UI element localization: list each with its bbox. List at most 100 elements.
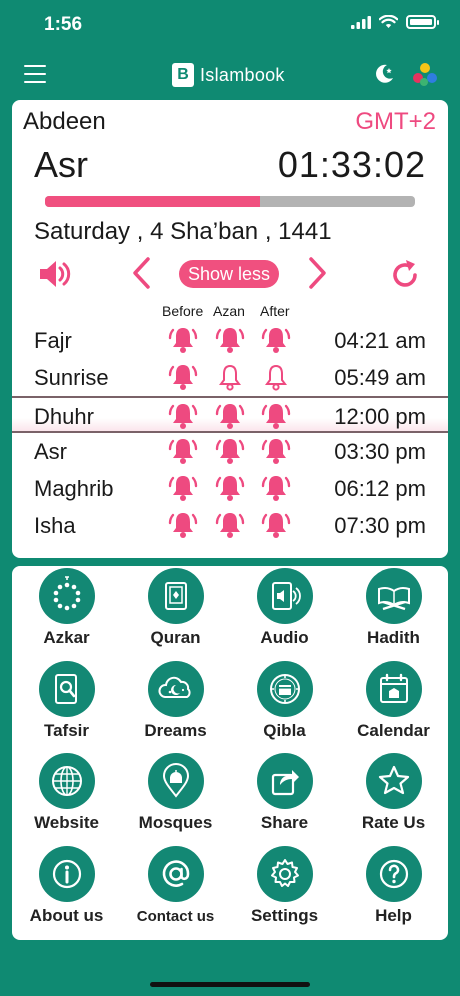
features-menu-card: Azkar Quran Audio Hadith Tafsir Dreams Q…	[12, 566, 448, 940]
menu-label: Settings	[250, 905, 319, 925]
menu-label: Quran	[150, 628, 201, 647]
bell-on-icon[interactable]	[260, 436, 292, 466]
bell-on-icon[interactable]	[214, 325, 246, 355]
menu-website-button[interactable]: Website	[12, 751, 121, 844]
refresh-icon[interactable]	[388, 258, 422, 292]
menu-calendar-button[interactable]: Calendar	[339, 659, 448, 752]
menu-icon-circle	[256, 753, 313, 809]
app-title: Islambook	[200, 64, 285, 85]
bell-on-icon[interactable]	[167, 362, 199, 392]
menu-rate-us-button[interactable]: Rate Us	[339, 751, 448, 844]
at-sign-icon	[162, 859, 189, 887]
info-icon	[52, 859, 81, 888]
menu-hadith-button[interactable]: Hadith	[339, 566, 448, 659]
location-name[interactable]: Abdeen	[23, 108, 106, 136]
prayer-progress-fill	[45, 196, 260, 207]
prayer-time: 07:30 pm	[334, 513, 426, 538]
prayer-row-fajr: Fajr 04:21 am	[12, 322, 448, 359]
timezone-label: GMT+2	[355, 108, 436, 135]
prayer-row-isha: Isha 07:30 pm	[12, 507, 448, 544]
menu-icon-circle	[147, 660, 204, 717]
speaker-icon[interactable]	[38, 258, 74, 290]
menu-about-us-button[interactable]: About us	[12, 844, 121, 937]
calendar-icon	[379, 673, 408, 703]
signal-icon	[351, 15, 371, 29]
menu-label: Azkar	[43, 628, 90, 647]
menu-dreams-button[interactable]: Dreams	[121, 659, 230, 752]
bell-on-icon[interactable]	[214, 436, 246, 466]
menu-quran-button[interactable]: Quran	[121, 566, 230, 659]
bell-on-icon[interactable]	[260, 510, 292, 540]
book-search-icon	[54, 673, 77, 704]
menu-label: Website	[34, 813, 99, 832]
prayer-name: Maghrib	[34, 476, 114, 501]
hamburger-menu-icon[interactable]	[24, 65, 46, 83]
menu-icon-circle	[365, 568, 422, 624]
menu-contact-us-button[interactable]: Contact us	[121, 844, 230, 937]
kaaba-compass-icon	[269, 673, 300, 704]
bell-on-icon[interactable]	[260, 401, 292, 431]
home-indicator[interactable]	[150, 982, 310, 987]
bell-on-icon[interactable]	[167, 436, 199, 466]
menu-label: Rate Us	[361, 813, 426, 832]
dream-cloud-icon	[158, 676, 191, 698]
menu-qibla-button[interactable]: Qibla	[230, 659, 339, 752]
menu-share-button[interactable]: Share	[230, 751, 339, 844]
menu-azkar-button[interactable]: Azkar	[12, 566, 121, 659]
prayer-time: 03:30 pm	[334, 439, 426, 464]
menu-settings-button[interactable]: Settings	[230, 844, 339, 937]
bell-on-icon[interactable]	[214, 401, 246, 431]
prayer-time: 12:00 pm	[334, 404, 426, 429]
audio-book-icon	[271, 582, 301, 610]
bell-on-icon[interactable]	[214, 510, 246, 540]
bell-on-icon[interactable]	[260, 473, 292, 503]
bell-on-icon[interactable]	[167, 510, 199, 540]
prayer-list: Fajr 04:21 am Sunrise 05:49 am Dhuhr 12:…	[12, 322, 448, 544]
menu-label: Qibla	[263, 720, 306, 740]
app-brand: B Islambook	[172, 63, 285, 87]
bell-on-icon[interactable]	[214, 473, 246, 503]
prayer-name: Fajr	[34, 328, 72, 353]
menu-label: Audio	[260, 628, 309, 647]
bell-on-icon[interactable]	[167, 325, 199, 355]
menu-tafsir-button[interactable]: Tafsir	[12, 659, 121, 752]
theme-colors-icon[interactable]	[412, 62, 438, 88]
crescent-moon-icon[interactable]	[372, 62, 396, 86]
prayer-name: Asr	[34, 439, 67, 464]
menu-audio-button[interactable]: Audio	[230, 566, 339, 659]
globe-icon	[51, 766, 82, 796]
bell-on-icon[interactable]	[260, 325, 292, 355]
current-prayer-name: Asr	[34, 144, 88, 185]
next-day-icon[interactable]	[307, 256, 329, 290]
menu-icon-circle	[38, 845, 95, 902]
bell-on-icon[interactable]	[167, 401, 199, 431]
bell-off-icon[interactable]	[260, 362, 292, 392]
menu-icon-circle	[147, 753, 204, 809]
menu-label: Dreams	[144, 720, 207, 740]
menu-help-button[interactable]: Help	[339, 844, 448, 937]
bell-on-icon[interactable]	[167, 473, 199, 503]
prayer-name: Sunrise	[34, 365, 109, 390]
status-time: 1:56	[44, 14, 83, 35]
menu-label: Share	[260, 813, 309, 832]
column-before: Before	[162, 303, 204, 319]
bell-off-icon[interactable]	[214, 362, 246, 392]
alert-column-headers: Before Azan After	[12, 303, 448, 319]
menu-label: About us	[29, 905, 104, 925]
show-less-button[interactable]: Show less	[179, 260, 279, 288]
menu-mosques-button[interactable]: Mosques	[121, 751, 230, 844]
menu-label: Mosques	[138, 813, 213, 832]
menu-icon-circle	[256, 660, 313, 717]
menu-label: Hadith	[367, 628, 420, 647]
menu-label: Contact us	[136, 907, 215, 925]
question-icon	[379, 859, 408, 888]
menu-icon-circle	[365, 845, 422, 902]
previous-day-icon[interactable]	[130, 256, 152, 290]
prayer-controls: Show less	[12, 252, 448, 296]
nav-bar: B Islambook	[0, 50, 460, 100]
menu-icon-circle	[38, 753, 95, 809]
features-grid: Azkar Quran Audio Hadith Tafsir Dreams Q…	[12, 566, 448, 940]
prayer-time: 04:21 am	[334, 328, 426, 353]
prayer-row-dhuhr: Dhuhr 12:00 pm	[12, 396, 448, 433]
menu-icon-circle	[147, 568, 204, 624]
